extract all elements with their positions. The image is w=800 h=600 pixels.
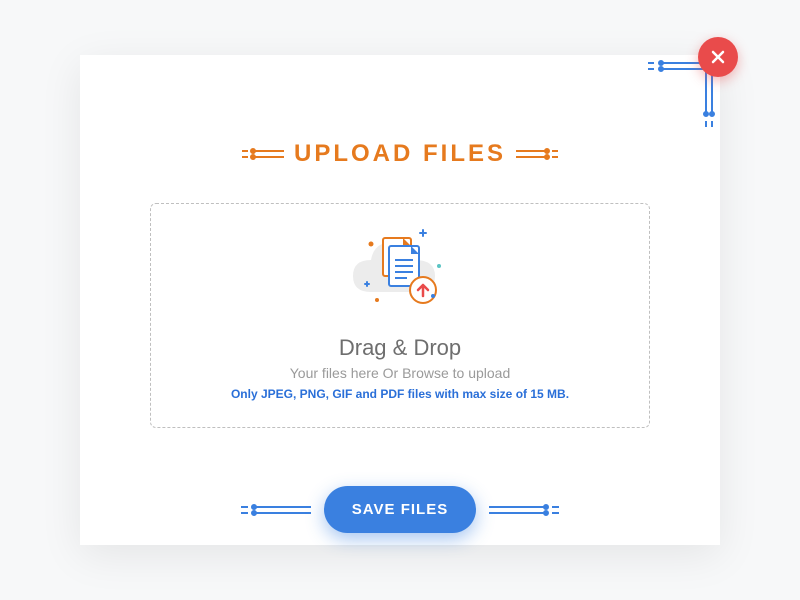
- dropzone-heading: Drag & Drop: [151, 335, 649, 361]
- modal-title: UPLOAD FILES: [294, 140, 506, 168]
- button-ornament-left: [241, 500, 311, 520]
- title-ornament-left: [242, 144, 284, 164]
- close-button[interactable]: [698, 37, 738, 77]
- file-dropzone[interactable]: Drag & Drop Your files here Or Browse to…: [150, 203, 650, 428]
- close-icon: [709, 48, 727, 66]
- modal-footer: SAVE FILES: [80, 486, 720, 533]
- title-ornament-right: [516, 144, 558, 164]
- save-files-button[interactable]: SAVE FILES: [324, 486, 476, 533]
- modal-header: UPLOAD FILES: [80, 140, 720, 168]
- upload-modal: UPLOAD FILES: [80, 55, 720, 545]
- dropzone-subtext: Your files here Or Browse to upload: [151, 365, 649, 381]
- upload-files-icon: [345, 222, 455, 322]
- button-ornament-right: [489, 500, 559, 520]
- dropzone-hint: Only JPEG, PNG, GIF and PDF files with m…: [151, 387, 649, 401]
